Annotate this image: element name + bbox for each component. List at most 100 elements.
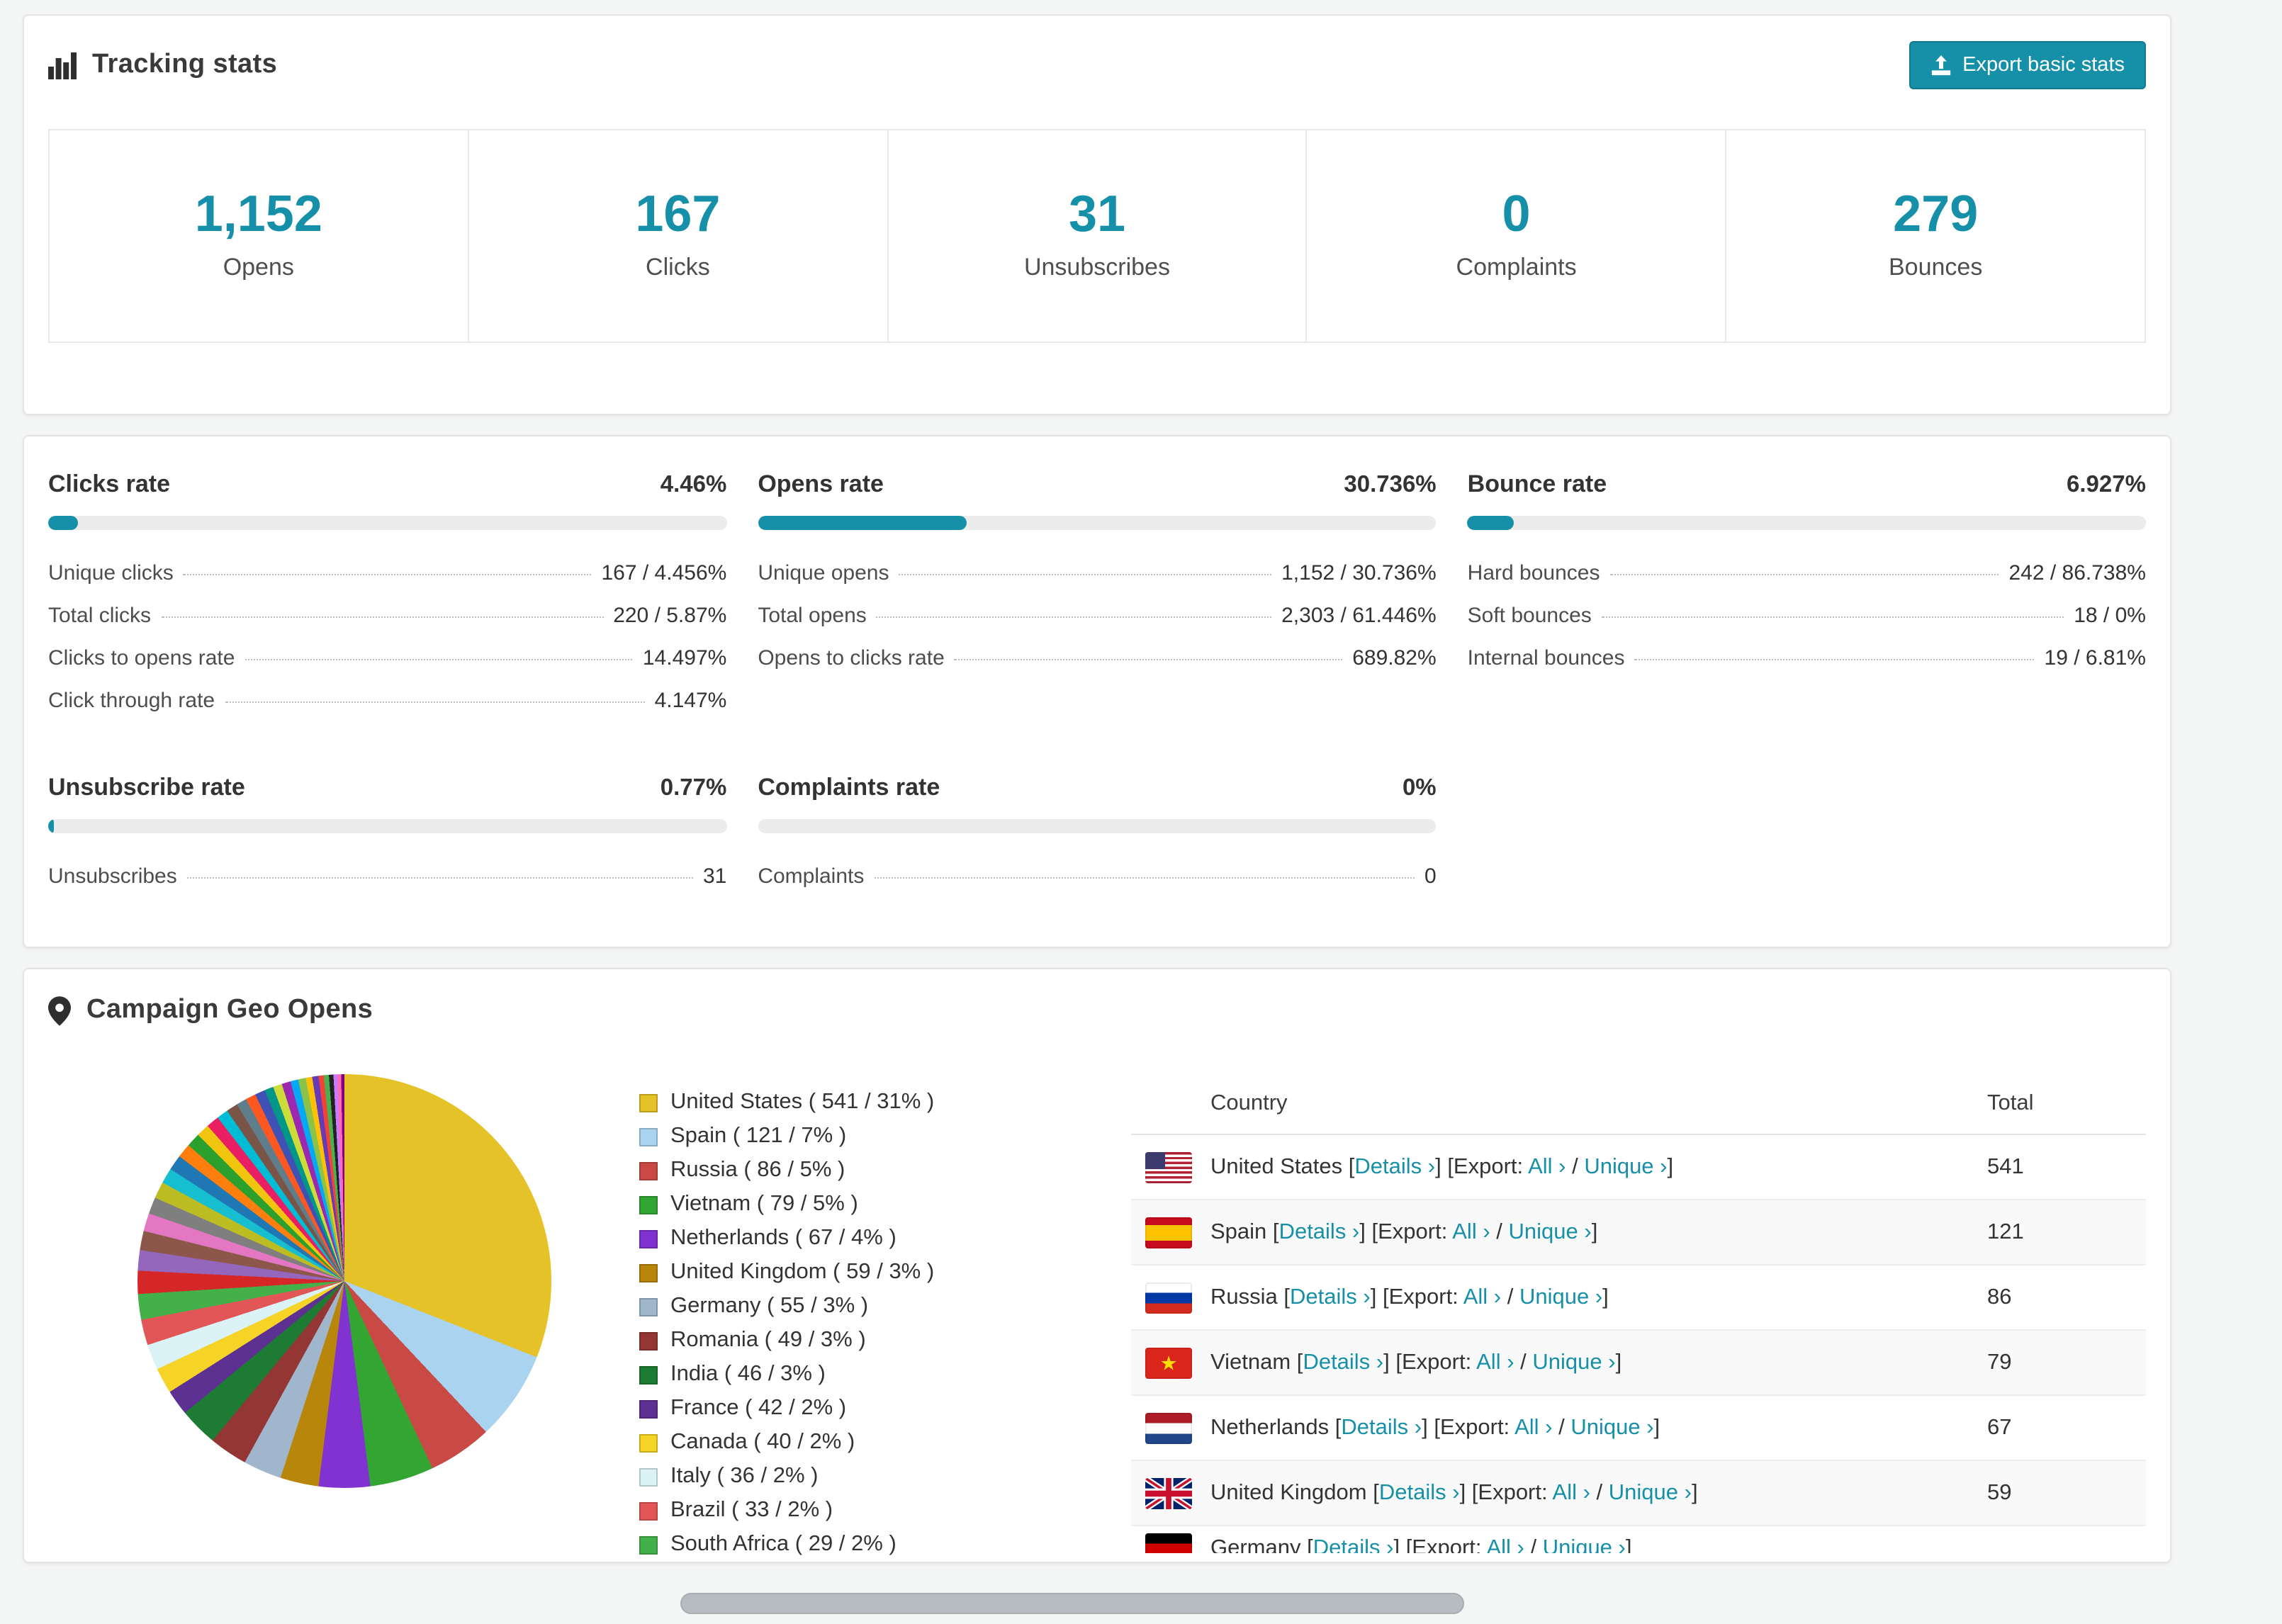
legend-item: South Africa ( 29 / 2% )	[639, 1528, 996, 1562]
rate-stat-label: Unique clicks	[48, 561, 174, 585]
geo-table-row: Spain [Details ›] [Export: All › / Uniqu…	[1131, 1200, 2146, 1265]
export-basic-stats-button[interactable]: Export basic stats	[1909, 41, 2146, 89]
country-total: 79	[1987, 1350, 2012, 1374]
details-link[interactable]: Details ›	[1279, 1219, 1360, 1244]
export-unique-link[interactable]: Unique ›	[1609, 1480, 1692, 1504]
content-column: Tracking stats Export basic stats 1,152 O…	[23, 0, 2171, 1563]
export-button-label: Export basic stats	[1962, 54, 2125, 77]
page: Tracking stats Export basic stats 1,152 O…	[0, 0, 2282, 1624]
stat-value: 279	[1893, 184, 1979, 242]
stat-value: 1,152	[194, 184, 322, 242]
geo-content: United States ( 541 / 31% ) Spain ( 121 /…	[48, 1051, 2146, 1562]
country-cell: Russia [Details ›] [Export: All › / Uniq…	[1145, 1282, 1987, 1313]
stat-label: Clicks	[646, 254, 710, 281]
rate-stat-value: 242 / 86.738%	[2008, 561, 2146, 585]
stat-box: 0 Complaints	[1305, 130, 1726, 342]
rates-grid: Clicks rate 4.46% Unique clicks 167 / 4.456…	[48, 470, 2146, 898]
legend-item: Netherlands ( 67 / 4% )	[639, 1222, 996, 1256]
details-link[interactable]: Details ›	[1303, 1350, 1383, 1374]
legend-label: Romania ( 49 / 3% )	[670, 1328, 866, 1352]
tracking-stats-title: Tracking stats	[92, 50, 278, 79]
country-links: Netherlands [Details ›] [Export: All › /…	[1210, 1415, 1660, 1439]
export-unique-link[interactable]: Unique ›	[1543, 1536, 1626, 1553]
rate-title: Unsubscribe rate	[48, 774, 245, 801]
rate-stat-value: 167 / 4.456%	[601, 561, 727, 585]
details-link[interactable]: Details ›	[1313, 1536, 1394, 1553]
rate-stat-value: 4.147%	[654, 689, 727, 713]
stat-value: 0	[1502, 184, 1531, 242]
rate-progress-fill	[758, 516, 967, 530]
horizontal-scrollbar-thumb[interactable]	[680, 1593, 1464, 1614]
export-unique-link[interactable]: Unique ›	[1570, 1415, 1653, 1439]
dotted-leader	[186, 877, 693, 879]
ru-flag-icon	[1145, 1282, 1192, 1313]
rate-stat-row: Opens to clicks rate 689.82%	[758, 638, 1436, 680]
stat-value: 167	[635, 184, 721, 242]
country-cell: Netherlands [Details ›] [Export: All › /…	[1145, 1412, 1987, 1443]
country-name: United States	[1210, 1154, 1343, 1178]
country-name: Russia	[1210, 1285, 1278, 1309]
country-links: Germany [Details ›] [Export: All › / Uni…	[1210, 1536, 1632, 1553]
rate-stat-label: Unsubscribes	[48, 864, 177, 889]
export-all-link[interactable]: All ›	[1514, 1415, 1552, 1439]
details-link[interactable]: Details ›	[1290, 1285, 1371, 1309]
rate-stat-value: 220 / 5.87%	[613, 604, 727, 628]
export-all-link[interactable]: All ›	[1528, 1154, 1566, 1178]
stat-value: 31	[1068, 184, 1126, 242]
rate-stat-row: Unique clicks 167 / 4.456%	[48, 553, 726, 595]
legend-label: United States ( 541 / 31% )	[670, 1090, 935, 1114]
legend-swatch	[639, 1297, 658, 1316]
dotted-leader	[874, 877, 1415, 879]
geo-title: Campaign Geo Opens	[86, 995, 373, 1025]
export-unique-link[interactable]: Unique ›	[1584, 1154, 1667, 1178]
legend-label: Canada ( 40 / 2% )	[670, 1430, 855, 1454]
rate-stat-label: Complaints	[758, 864, 865, 889]
rate-stat-row: Hard bounces 242 / 86.738%	[1468, 553, 2146, 595]
country-name: Germany	[1210, 1536, 1301, 1553]
stat-box: 1,152 Opens	[50, 130, 468, 342]
bar-chart-icon	[48, 51, 77, 79]
country-total: 86	[1987, 1285, 2012, 1309]
export-all-link[interactable]: All ›	[1463, 1285, 1501, 1309]
rate-stat-label: Soft bounces	[1467, 604, 1592, 628]
country-links: Russia [Details ›] [Export: All › / Uniq…	[1210, 1285, 1609, 1309]
country-name: Spain	[1210, 1219, 1267, 1244]
rate-stat-row: Unique opens 1,152 / 30.736%	[758, 553, 1436, 595]
export-all-link[interactable]: All ›	[1486, 1536, 1524, 1553]
legend-label: India ( 46 / 3% )	[670, 1362, 826, 1386]
legend-swatch	[639, 1467, 658, 1486]
rate-stat-label: Total clicks	[48, 604, 152, 628]
details-link[interactable]: Details ›	[1354, 1154, 1435, 1178]
rate-title: Clicks rate	[48, 470, 170, 497]
export-unique-link[interactable]: Unique ›	[1509, 1219, 1592, 1244]
country-links: United States [Details ›] [Export: All ›…	[1210, 1154, 1674, 1178]
rate-progressbar	[48, 516, 727, 530]
legend-item: Canada ( 40 / 2% )	[639, 1426, 996, 1460]
de-flag-icon	[1145, 1533, 1192, 1553]
rate-stat-value: 1,152 / 30.736%	[1281, 561, 1437, 585]
details-link[interactable]: Details ›	[1341, 1415, 1422, 1439]
export-all-link[interactable]: All ›	[1476, 1350, 1514, 1374]
country-total: 67	[1987, 1415, 2012, 1439]
dotted-leader	[1634, 659, 2035, 660]
legend-label: France ( 42 / 2% )	[670, 1396, 847, 1420]
rate-value: 30.736%	[1344, 472, 1437, 497]
legend-label: Netherlands ( 67 / 4% )	[670, 1226, 896, 1250]
legend-label: Germany ( 55 / 3% )	[670, 1294, 869, 1318]
geo-table-body: United States [Details ›] [Export: All ›…	[1131, 1135, 2146, 1553]
export-unique-link[interactable]: Unique ›	[1532, 1350, 1615, 1374]
campaign-geo-opens-card: Campaign Geo Opens United States ( 541 /…	[23, 968, 2171, 1563]
geo-opens-pie-chart[interactable]	[137, 1074, 551, 1488]
export-unique-link[interactable]: Unique ›	[1519, 1285, 1602, 1309]
dotted-leader	[161, 616, 604, 618]
export-all-link[interactable]: All ›	[1452, 1219, 1490, 1244]
details-link[interactable]: Details ›	[1379, 1480, 1460, 1504]
dotted-leader	[183, 574, 592, 575]
country-name: Netherlands	[1210, 1415, 1330, 1439]
geo-header: Campaign Geo Opens	[48, 995, 2146, 1026]
rate-progressbar	[48, 819, 727, 833]
stat-label: Opens	[223, 254, 294, 281]
legend-label: United Kingdom ( 59 / 3% )	[670, 1260, 935, 1284]
rate-progress-fill	[48, 819, 55, 833]
export-all-link[interactable]: All ›	[1553, 1480, 1590, 1504]
